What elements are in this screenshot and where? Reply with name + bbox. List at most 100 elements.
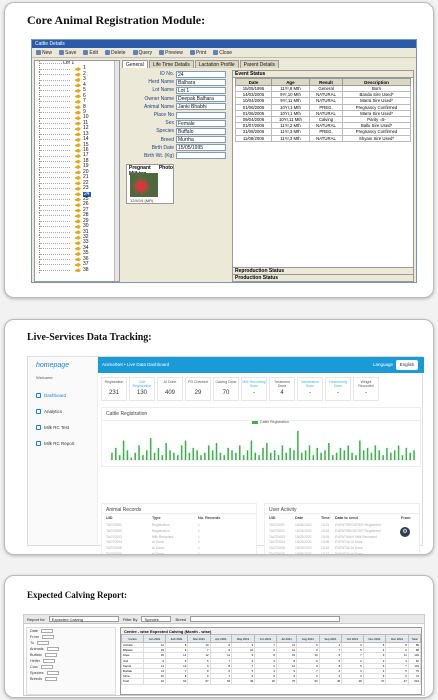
bar — [269, 452, 272, 460]
stat-label: Deworming Done — [329, 380, 347, 388]
toolbar-button-edit[interactable]: Edit — [81, 50, 100, 56]
field-value[interactable]: Female — [176, 119, 226, 127]
toolbar-button-save[interactable]: Save — [57, 50, 78, 56]
bar — [370, 452, 373, 460]
table-row[interactable]: 14/03/2005 9Yr,10 Mth NATURAL Banda Sire Us… — [235, 91, 411, 99]
stat-card[interactable]: Calf Registration 130 — [129, 377, 155, 401]
tab-lactation-profile[interactable]: Lactation Profile — [194, 60, 239, 68]
filter-input[interactable] — [40, 665, 53, 669]
stat-card[interactable]: Weight Recorded - — [353, 377, 379, 401]
tree-item[interactable]: 38 — [35, 267, 119, 273]
list-cell: 15/03/2020 — [295, 551, 312, 555]
column-header: Apr 2021 — [209, 634, 233, 643]
stat-value: 409 — [164, 390, 175, 396]
cow-icon — [75, 78, 81, 83]
field-value[interactable]: Balhara — [176, 78, 226, 86]
list-cell: EVENT/AI AI Done — [335, 551, 363, 555]
list-item[interactable]: TAGT0006 15/03/2020 10:12 EVENT/AI AI Done — [265, 551, 419, 555]
table-row[interactable]: Total 91 62 57 53 49 40 75 52 40 28 37 47 631 — [120, 678, 422, 685]
stat-card[interactable]: Deworming Done - — [325, 377, 351, 401]
table-row[interactable]: 31/08/2006 11Yr,3 Mth PREG. Pregnancy Confi… — [235, 128, 411, 136]
app-logo[interactable]: homepage — [28, 357, 97, 375]
table-row[interactable]: 10/04/2005 9Yr,11 Mth NATURAL Marra Sire Us… — [235, 97, 411, 105]
table-cell: 47 — [385, 678, 409, 685]
toolbar-button-new[interactable]: New — [34, 50, 54, 56]
field-value[interactable]: Lot 1 — [176, 86, 226, 94]
nav-label: Dashboard — [44, 392, 67, 398]
tree-scrollbar[interactable] — [114, 61, 119, 281]
nav-icon — [36, 408, 41, 414]
reproduction-status[interactable]: Reproduction Status — [233, 267, 413, 274]
list-cell: 15/03/2020 — [295, 540, 312, 545]
bar — [235, 452, 237, 460]
filter-input[interactable] — [41, 635, 54, 639]
filter-input[interactable] — [37, 641, 50, 645]
list-cell: TAGT0006 — [106, 551, 122, 555]
table-row[interactable]: 11/08/2006 11Yr,3 Mth NATURAL Shyam Sire Us… — [235, 134, 411, 142]
toolbar-button-query[interactable]: Query — [131, 50, 155, 56]
toolbar-button-close[interactable]: Close — [211, 50, 234, 56]
column-header: May 2021 — [231, 634, 256, 643]
bar — [204, 452, 206, 460]
filter-select[interactable]: Species — [141, 616, 172, 622]
filter-input[interactable] — [44, 653, 57, 657]
cow-icon — [75, 235, 81, 240]
stat-card[interactable]: Calving Done 70 — [213, 377, 239, 401]
field-value[interactable]: 24 — [176, 70, 226, 78]
gear-icon[interactable]: ⚙ — [400, 527, 410, 537]
nav-item-dashboard[interactable]: Dashboard — [28, 387, 97, 403]
stat-card[interactable]: Milk Recording Done - — [241, 377, 267, 401]
field-value[interactable] — [176, 152, 226, 160]
field-value[interactable]: Murrha — [176, 136, 226, 144]
nav-item-milk-rc-report[interactable]: Milk RC Report — [28, 435, 97, 451]
report-for-select[interactable]: Expected Calving — [48, 616, 119, 622]
table-row[interactable]: 09/04/2006 10Yr,11 Mth Calving Parity =5- — [235, 115, 411, 124]
tab-parent-details[interactable]: Parent Details — [239, 60, 280, 68]
toolbar-button-preview[interactable]: Preview — [157, 50, 185, 56]
list-cell: EVENT/REGISTER Registered — [335, 523, 381, 527]
stat-label: AI Done — [163, 380, 177, 384]
stat-card[interactable]: Registration 231 — [101, 377, 127, 401]
tab-general[interactable]: General — [122, 60, 148, 68]
stat-card[interactable]: PD Checked 29 — [185, 377, 211, 401]
field-value[interactable]: 15/05/1995 — [176, 144, 226, 152]
breed-input[interactable] — [190, 616, 341, 622]
bar — [393, 450, 396, 460]
filter-input[interactable] — [43, 659, 56, 663]
tab-life-time-details[interactable]: Life Time Details — [148, 60, 194, 68]
table-cell: 62 — [164, 678, 189, 685]
list-cell: 1 — [198, 534, 200, 539]
stat-card[interactable]: AI Done 409 — [157, 377, 183, 401]
field-label: Herd Name — [148, 79, 174, 86]
toolbar-button-delete[interactable]: Delete — [103, 50, 127, 56]
table-row[interactable]: 01/06/2005 10Yr,1 Mth NATURAL Marra Sire Us… — [235, 109, 411, 117]
column-header: Centre — [120, 634, 145, 643]
list-cell: AI Done — [152, 551, 164, 555]
form-row: Place No — [124, 111, 228, 119]
list-item[interactable]: TAGT0006 AI Done 1 — [102, 551, 256, 555]
field-value[interactable]: Deepak Balhara — [176, 95, 226, 103]
nav-item-analytics[interactable]: Analytics — [28, 403, 97, 419]
filter-input[interactable] — [45, 677, 58, 681]
bar — [219, 452, 222, 460]
language-select[interactable]: English — [396, 360, 418, 370]
table-row[interactable]: 01/06/2005 10Yr,1 Mth PREG. Pregnancy Confi… — [235, 103, 411, 111]
bar — [211, 450, 214, 460]
lot-tree[interactable]: Lot 1 1 2 3 4 5 6 7 8 9 10 11 12 13 14 15 16 17 18 19 20 21 2… — [34, 60, 120, 282]
filter-input[interactable] — [46, 647, 59, 651]
production-status[interactable]: Production Status — [233, 274, 413, 281]
stat-card[interactable]: Vaccination Done - — [297, 377, 323, 401]
nav-item-milk-rc-test[interactable]: Milk RC Test — [28, 419, 97, 435]
field-label: Breed — [160, 136, 174, 143]
table-row[interactable]: 01/07/2006 11Yr,2 Mth NATURAL Ballu Sire Us… — [235, 122, 411, 130]
bar — [331, 455, 334, 460]
toolbar-button-print[interactable]: Print — [188, 50, 208, 56]
filter-row[interactable]: Breeds — [27, 676, 115, 682]
filter-input[interactable] — [41, 629, 54, 633]
field-value[interactable]: Janki Bhabhi — [176, 103, 226, 111]
list-cell: 1 — [198, 546, 200, 550]
field-value[interactable]: Buffalo — [176, 127, 226, 135]
stat-card[interactable]: Treatment Done 4 — [269, 377, 295, 401]
field-value[interactable] — [176, 111, 226, 119]
filter-input[interactable] — [46, 671, 59, 675]
